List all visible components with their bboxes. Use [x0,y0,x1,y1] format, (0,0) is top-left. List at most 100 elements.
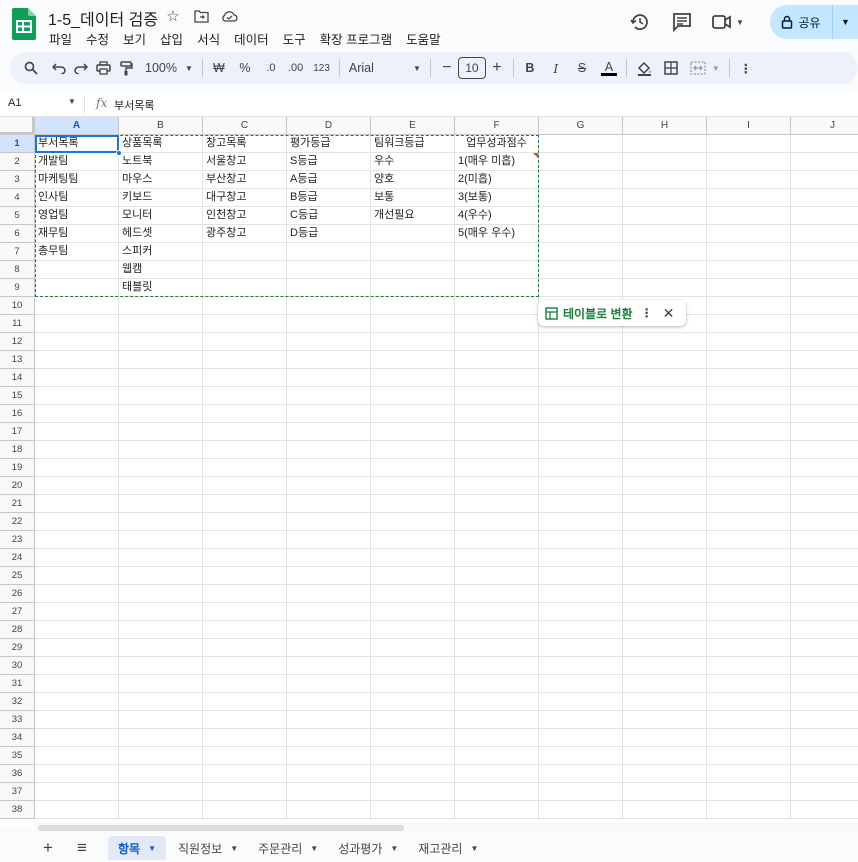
increase-font-size-button[interactable]: + [486,56,508,80]
row-header-38[interactable]: 38 [0,801,35,819]
cell-c37[interactable] [203,783,287,801]
cell-g29[interactable] [539,639,623,657]
add-sheet-icon[interactable]: + [34,834,62,862]
column-header-j[interactable]: J [791,117,858,135]
cell-b2[interactable]: 노트북 [119,153,203,171]
cell-g35[interactable] [539,747,623,765]
cell-d33[interactable] [287,711,371,729]
row-header-7[interactable]: 7 [0,243,35,261]
cell-f28[interactable] [455,621,539,639]
cell-d26[interactable] [287,585,371,603]
cell-i10[interactable] [707,297,791,315]
cell-g4[interactable] [539,189,623,207]
cell-h2[interactable] [623,153,707,171]
cell-c7[interactable] [203,243,287,261]
cell-a33[interactable] [35,711,119,729]
cell-d2[interactable]: S등급 [287,153,371,171]
share-dropdown-icon[interactable]: ▼ [832,5,858,39]
cell-a37[interactable] [35,783,119,801]
cell-b12[interactable] [119,333,203,351]
cell-i36[interactable] [707,765,791,783]
cell-b36[interactable] [119,765,203,783]
cell-j24[interactable] [791,549,858,567]
column-header-i[interactable]: I [707,117,791,135]
column-header-a[interactable]: A [35,117,119,135]
cell-f35[interactable] [455,747,539,765]
cell-j32[interactable] [791,693,858,711]
name-box-dropdown-icon[interactable]: ▼ [68,97,76,106]
cell-h15[interactable] [623,387,707,405]
cell-e13[interactable] [371,351,455,369]
cell-f33[interactable] [455,711,539,729]
cell-i27[interactable] [707,603,791,621]
sheet-tab-dropdown-icon[interactable]: ▼ [390,844,398,853]
cell-i31[interactable] [707,675,791,693]
cell-f12[interactable] [455,333,539,351]
cell-f15[interactable] [455,387,539,405]
row-header-10[interactable]: 10 [0,297,35,315]
cell-h9[interactable] [623,279,707,297]
cell-g23[interactable] [539,531,623,549]
cell-b32[interactable] [119,693,203,711]
cell-e6[interactable] [371,225,455,243]
cell-h37[interactable] [623,783,707,801]
cell-f22[interactable] [455,513,539,531]
cell-f30[interactable] [455,657,539,675]
cell-f2[interactable]: 1(매우 미흡) [455,153,539,171]
cell-c28[interactable] [203,621,287,639]
cell-j22[interactable] [791,513,858,531]
cell-a10[interactable] [35,297,119,315]
column-header-b[interactable]: B [119,117,203,135]
cell-j20[interactable] [791,477,858,495]
cell-i4[interactable] [707,189,791,207]
cell-f10[interactable] [455,297,539,315]
cell-h21[interactable] [623,495,707,513]
menu-item-insert[interactable]: 삽입 [153,29,190,48]
cell-b22[interactable] [119,513,203,531]
cell-h6[interactable] [623,225,707,243]
cell-i2[interactable] [707,153,791,171]
cell-a14[interactable] [35,369,119,387]
cell-a8[interactable] [35,261,119,279]
row-header-1[interactable]: 1 [0,135,35,153]
cell-f26[interactable] [455,585,539,603]
menu-item-view[interactable]: 보기 [116,29,153,48]
sheet-tab-performance[interactable]: 성과평가 ▼ [328,836,408,860]
cell-d27[interactable] [287,603,371,621]
cell-e16[interactable] [371,405,455,423]
row-header-20[interactable]: 20 [0,477,35,495]
cell-b27[interactable] [119,603,203,621]
cell-a30[interactable] [35,657,119,675]
undo-icon[interactable] [48,56,70,80]
cell-b33[interactable] [119,711,203,729]
row-header-2[interactable]: 2 [0,153,35,171]
number-format-button[interactable]: 123 [309,56,334,80]
cell-b37[interactable] [119,783,203,801]
cell-g24[interactable] [539,549,623,567]
cell-i28[interactable] [707,621,791,639]
cell-f13[interactable] [455,351,539,369]
cell-j16[interactable] [791,405,858,423]
cell-i22[interactable] [707,513,791,531]
cell-f21[interactable] [455,495,539,513]
cell-g1[interactable] [539,135,623,153]
cell-f31[interactable] [455,675,539,693]
cell-c9[interactable] [203,279,287,297]
cell-c4[interactable]: 대구창고 [203,189,287,207]
all-sheets-icon[interactable]: ≡ [68,834,96,862]
cell-f27[interactable] [455,603,539,621]
cell-j38[interactable] [791,801,858,819]
cell-h7[interactable] [623,243,707,261]
cell-j15[interactable] [791,387,858,405]
cell-f23[interactable] [455,531,539,549]
cell-i37[interactable] [707,783,791,801]
cell-g21[interactable] [539,495,623,513]
cell-c26[interactable] [203,585,287,603]
cell-f18[interactable] [455,441,539,459]
cell-i24[interactable] [707,549,791,567]
cell-i19[interactable] [707,459,791,477]
cell-e4[interactable]: 보통 [371,189,455,207]
cell-i6[interactable] [707,225,791,243]
cell-i15[interactable] [707,387,791,405]
cell-b23[interactable] [119,531,203,549]
